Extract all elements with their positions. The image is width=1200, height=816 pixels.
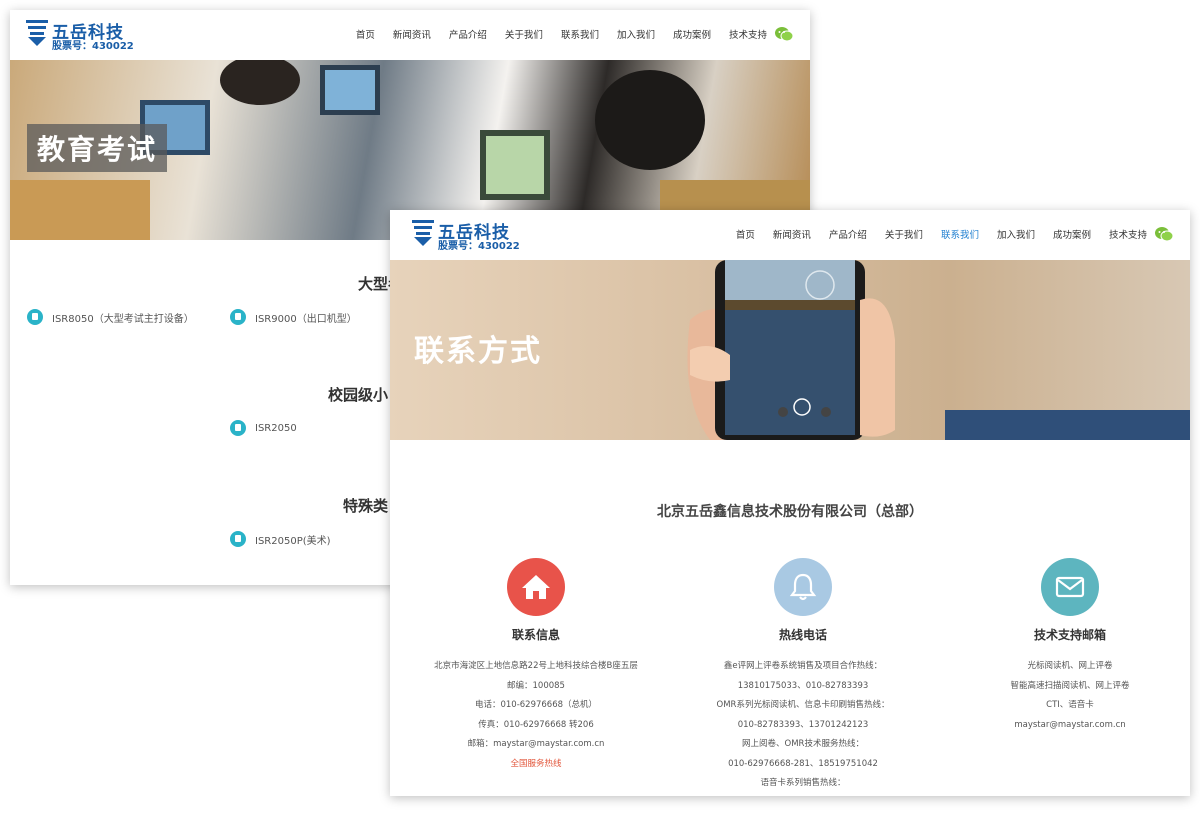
hotline-line: 010-62976668-281、18519751042 [728,758,878,769]
nav-about[interactable]: 关于我们 [496,27,552,41]
support-line: CTI、语音卡 [1046,700,1094,710]
company-name: 北京五岳鑫信息技术股份有限公司（总部） [657,504,923,520]
phone-text: 电话：010-62976668（总机） [474,700,598,710]
support-line: 光标阅读机、网上评卷 [1027,661,1113,671]
product-icon [230,420,246,436]
product-icon [230,309,246,325]
section-title: 校园级小 [328,386,389,404]
main-nav: 首页 新闻资讯 产品介绍 关于我们 联系我们 加入我们 成功案例 技术支持 [727,227,1156,241]
logo-mark-icon [412,220,434,246]
product-item[interactable]: ISR9000（出口机型） [230,309,357,325]
nav-join[interactable]: 加入我们 [608,27,664,41]
product-icon [27,309,43,325]
nav-contact[interactable]: 联系我们 [932,227,988,241]
mail-icon [1055,576,1085,598]
nav-about[interactable]: 关于我们 [876,227,932,241]
nav-cases[interactable]: 成功案例 [664,27,720,41]
address-text: 北京市海淀区上地信息路22号上地科技综合楼B座五层 [434,661,638,671]
support-email-column: 技术支持邮箱 光标阅读机、网上评卷 智能高速扫描阅读机、网上评卷 CTI、语音卡… [945,558,1190,735]
nav-products[interactable]: 产品介绍 [820,227,876,241]
hotline-line: 010-82783393、13701242123 [737,719,869,730]
nav-news[interactable]: 新闻资讯 [764,227,820,241]
hotline-line: OMR系列光标阅读机、信息卡印刷销售热线： [716,700,890,710]
product-icon [230,531,246,547]
nav-home[interactable]: 首页 [347,27,384,41]
product-item[interactable]: ISR2050 [230,420,297,436]
wechat-icon[interactable] [774,26,794,42]
hotline-line: 13810175033、010-82783393 [737,680,869,691]
logo[interactable]: 五岳科技 股票号：430022 [26,18,146,52]
nav-home[interactable]: 首页 [727,227,764,241]
hotline-column: 热线电话 鑫e评网上评卷系统销售及项目合作热线： 13810175033、010… [678,558,928,794]
nav-products[interactable]: 产品介绍 [440,27,496,41]
nav-support[interactable]: 技术支持 [1100,227,1156,241]
hero-banner: 联系方式 [390,260,1190,440]
postcode-text: 邮编：100085 [507,680,565,691]
section-title: 特殊类 [343,497,389,515]
hotline-link[interactable]: 全国服务热线 [411,755,661,775]
product-label: ISR2050P(美术) [255,535,331,547]
nav-cases[interactable]: 成功案例 [1044,227,1100,241]
mail-icon-circle [1041,558,1099,616]
support-line: 智能高速扫描阅读机、网上评卷 [1010,680,1130,691]
product-item[interactable]: ISR2050P(美术) [230,531,331,547]
home-icon [522,575,550,599]
column-title: 热线电话 [778,628,827,642]
support-email[interactable]: maystar@maystar.com.cn [945,716,1190,736]
contact-info-column: 联系信息 北京市海淀区上地信息路22号上地科技综合楼B座五层 邮编：100085… [411,558,661,774]
hotline-line: 语音卡系列销售热线： [760,778,846,788]
product-label: ISR9000（出口机型） [255,313,357,325]
product-item[interactable]: ISR8050（大型考试主打设备） [27,309,194,325]
banner-title: 教育考试 [27,124,168,172]
nav-news[interactable]: 新闻资讯 [384,27,440,41]
product-label: ISR8050（大型考试主打设备） [52,313,194,325]
banner-title: 联系方式 [414,334,542,369]
front-window: 五岳科技 股票号：430022 首页 新闻资讯 产品介绍 关于我们 联系我们 加… [390,210,1190,796]
bell-icon-circle [774,558,832,616]
hotline-line: 鑫e评网上评卷系统销售及项目合作热线： [723,661,883,671]
column-title: 联系信息 [511,628,560,642]
logo[interactable]: 五岳科技 股票号：430022 [412,218,532,252]
logo-mark-icon [26,20,48,46]
fax-text: 传真：010-62976668 转206 [478,719,594,730]
site-header: 五岳科技 股票号：430022 首页 新闻资讯 产品介绍 关于我们 联系我们 加… [390,210,1190,260]
nav-join[interactable]: 加入我们 [988,227,1044,241]
email-text[interactable]: 邮箱：maystar@maystar.com.cn [411,735,661,755]
stock-code: 股票号：430022 [52,41,134,52]
column-title: 技术支持邮箱 [1033,628,1106,642]
product-label: ISR2050 [255,422,297,434]
wechat-icon[interactable] [1154,226,1174,242]
hotline-line: 网上阅卷、OMR技术服务热线： [742,739,864,749]
nav-contact[interactable]: 联系我们 [552,27,608,41]
stock-code: 股票号：430022 [438,241,520,252]
site-header: 五岳科技 股票号：430022 首页 新闻资讯 产品介绍 关于我们 联系我们 加… [10,10,810,60]
nav-support[interactable]: 技术支持 [720,27,776,41]
bell-icon [789,573,817,601]
main-nav: 首页 新闻资讯 产品介绍 关于我们 联系我们 加入我们 成功案例 技术支持 [347,27,776,41]
home-icon-circle [507,558,565,616]
